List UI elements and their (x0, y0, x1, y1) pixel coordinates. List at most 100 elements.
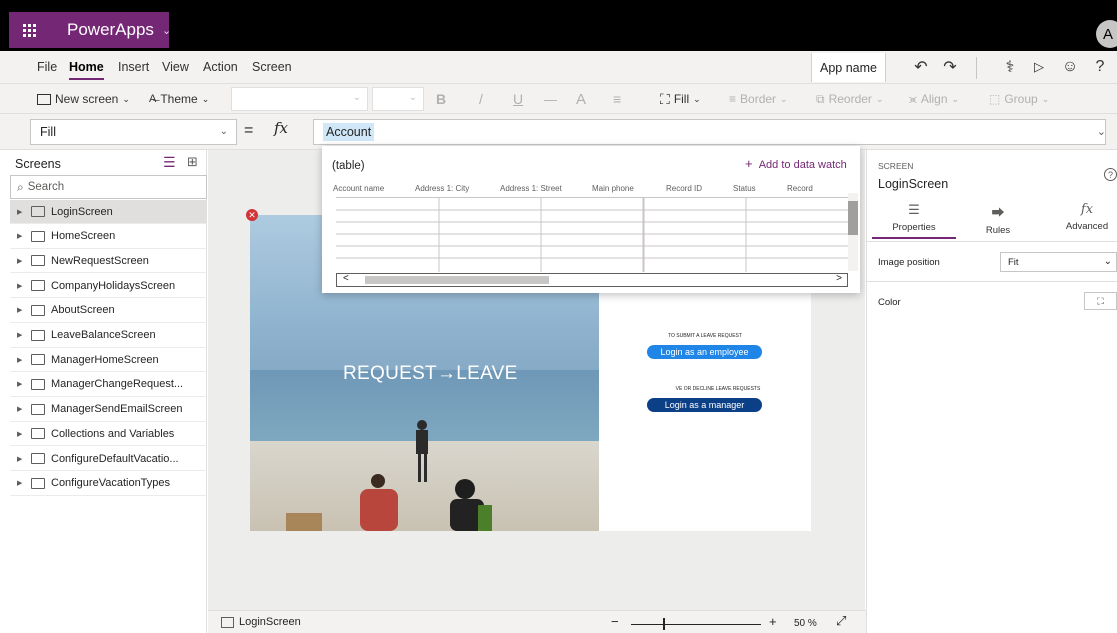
font-family-select[interactable]: ⌄ (231, 87, 368, 111)
screen-list-item[interactable]: ▶ NewRequestScreen (10, 249, 207, 274)
column-header: Main phone (592, 184, 634, 193)
screens-search-input[interactable]: ⌕ Search (10, 175, 207, 199)
list-view-icon[interactable]: ☰ (163, 154, 176, 171)
screen-list-item[interactable]: ▶ LoginScreen (10, 200, 207, 224)
menu-action[interactable]: Action (203, 60, 238, 74)
horizontal-scroll-thumb[interactable] (365, 276, 549, 284)
status-bar (208, 610, 866, 633)
expand-caret-icon[interactable]: ▶ (10, 455, 22, 463)
zoom-out-button[interactable]: − (611, 614, 619, 629)
current-screen-indicator[interactable]: LoginScreen (221, 616, 301, 628)
add-to-data-watch-link[interactable]: + Add to data watch (745, 156, 847, 171)
tab-advanced[interactable]: fx Advanced (1045, 202, 1117, 232)
formula-input[interactable]: Account (313, 119, 1106, 145)
app-checker-stethoscope-icon[interactable]: ⚕ (998, 55, 1022, 79)
zoom-slider-thumb[interactable] (663, 618, 665, 630)
menu-screen[interactable]: Screen (252, 60, 292, 74)
expand-caret-icon[interactable]: ▶ (10, 479, 22, 487)
horizontal-scrollbar[interactable]: < > (336, 273, 848, 287)
menu-file[interactable]: File (37, 60, 57, 74)
property-select[interactable]: Fill ⌄ (30, 119, 237, 145)
expand-caret-icon[interactable]: ▶ (10, 306, 22, 314)
align-icon: ⪤ (909, 91, 917, 106)
fill-button[interactable]: ⛶ Fill ⌄ (660, 84, 701, 114)
new-screen-button[interactable]: New screen ⌄ (37, 84, 130, 114)
theme-label: Theme (160, 92, 198, 106)
screen-list-item[interactable]: ▶ ManagerSendEmailScreen (10, 398, 207, 422)
screen-icon (31, 378, 45, 390)
chevron-down-icon: ⌄ (122, 93, 130, 104)
tab-properties[interactable]: ☰ Properties (872, 202, 956, 233)
thumbnail-view-icon[interactable]: ⊞ (187, 154, 198, 170)
user-avatar[interactable]: A (1096, 20, 1117, 48)
screen-list-item[interactable]: ▶ ManagerHomeScreen (10, 348, 207, 373)
data-preview-title: (table) (332, 160, 365, 172)
align-button[interactable]: ⪤ Align ⌄ (909, 84, 959, 114)
screen-list-item-label: AboutScreen (51, 304, 115, 317)
expand-caret-icon[interactable]: ▶ (10, 405, 22, 413)
expand-caret-icon[interactable]: ▶ (10, 208, 22, 216)
vertical-scrollbar[interactable] (848, 193, 858, 271)
play-preview-icon[interactable]: ▷ (1027, 55, 1051, 79)
align-label: Align (920, 92, 948, 106)
chevron-down-icon: ⌄ (1103, 256, 1112, 267)
sliders-icon: ☰ (908, 202, 920, 217)
expand-caret-icon[interactable]: ▶ (10, 257, 22, 265)
expand-caret-icon[interactable]: ▶ (10, 430, 22, 438)
bold-button[interactable]: B (436, 84, 446, 114)
chevron-down-icon: ⌄ (201, 93, 210, 104)
strikethrough-button[interactable]: — (544, 84, 557, 114)
menu-insert[interactable]: Insert (118, 60, 149, 74)
share-user-icon[interactable]: ☺ (1058, 55, 1082, 79)
expand-formula-chevron-icon[interactable]: ⌄ (1097, 125, 1106, 138)
font-color-button[interactable]: A (576, 84, 586, 114)
border-button[interactable]: ≡ Border ⌄ (729, 84, 788, 114)
theme-button[interactable]: A̶ Theme ⌄ (149, 84, 209, 114)
screen-list-item[interactable]: ▶ Collections and Variables (10, 422, 207, 447)
scroll-right-icon[interactable]: > (836, 273, 842, 284)
font-size-select[interactable]: ⌄ (372, 87, 424, 111)
color-picker-button[interactable]: ⛶ (1084, 292, 1117, 310)
underline-button[interactable]: U (513, 84, 523, 114)
redo-icon[interactable]: ↷ (938, 55, 962, 79)
fit-to-window-icon[interactable]: ⤢ (836, 613, 846, 629)
login-manager-button[interactable]: Login as a manager (647, 398, 762, 412)
powerapps-app-menu[interactable]: PowerApps ⌄ (49, 12, 171, 48)
undo-icon[interactable]: ↶ (909, 55, 933, 79)
screen-list-item-label: ManagerChangeRequest... (51, 378, 184, 391)
reorder-button[interactable]: ⧉ Reorder ⌄ (816, 84, 883, 114)
menu-view[interactable]: View (162, 60, 189, 74)
help-question-icon[interactable]: ? (1088, 55, 1112, 79)
screen-list-item[interactable]: ▶ LeaveBalanceScreen (10, 324, 207, 348)
expand-caret-icon[interactable]: ▶ (10, 356, 22, 364)
expand-caret-icon[interactable]: ▶ (10, 380, 22, 388)
help-icon[interactable]: ? (1104, 168, 1117, 181)
tab-rules[interactable]: ⮕ Rules (956, 202, 1040, 236)
screen-list-item[interactable]: ▶ AboutScreen (10, 299, 207, 323)
column-header: Status (733, 184, 756, 193)
scroll-left-icon[interactable]: < (343, 273, 349, 284)
screen-list-item[interactable]: ▶ HomeScreen (10, 225, 207, 249)
expand-caret-icon[interactable]: ▶ (10, 282, 22, 290)
zoom-in-button[interactable]: + (769, 614, 777, 629)
italic-button[interactable]: / (479, 84, 483, 114)
screen-list-item[interactable]: ▶ ConfigureVacationTypes (10, 472, 207, 496)
expand-caret-icon[interactable]: ▶ (10, 232, 22, 240)
data-grid[interactable] (336, 197, 848, 272)
text-align-button[interactable]: ≡ (613, 84, 621, 114)
image-position-select[interactable]: Fit ⌄ (1000, 252, 1117, 272)
vertical-scroll-thumb[interactable] (848, 201, 858, 235)
screen-list-item[interactable]: ▶ CompanyHolidaysScreen (10, 274, 207, 299)
screen-list-item[interactable]: ▶ ConfigureDefaultVacatio... (10, 447, 207, 471)
app-name-field[interactable]: App name (811, 53, 886, 82)
paint-bucket-icon: ⛶ (660, 90, 670, 107)
screen-list-item[interactable]: ▶ ManagerChangeRequest... (10, 373, 207, 397)
menu-home[interactable]: Home (69, 60, 104, 80)
login-employee-button[interactable]: Login as an employee (647, 345, 762, 359)
app-launcher-waffle-icon[interactable] (9, 12, 49, 48)
expand-caret-icon[interactable]: ▶ (10, 331, 22, 339)
group-button[interactable]: ⬚ Group ⌄ (989, 84, 1049, 114)
screen-list-item-label: ManagerHomeScreen (51, 353, 159, 366)
error-icon[interactable]: ✕ (246, 209, 258, 221)
zoom-slider-track[interactable] (631, 624, 761, 625)
